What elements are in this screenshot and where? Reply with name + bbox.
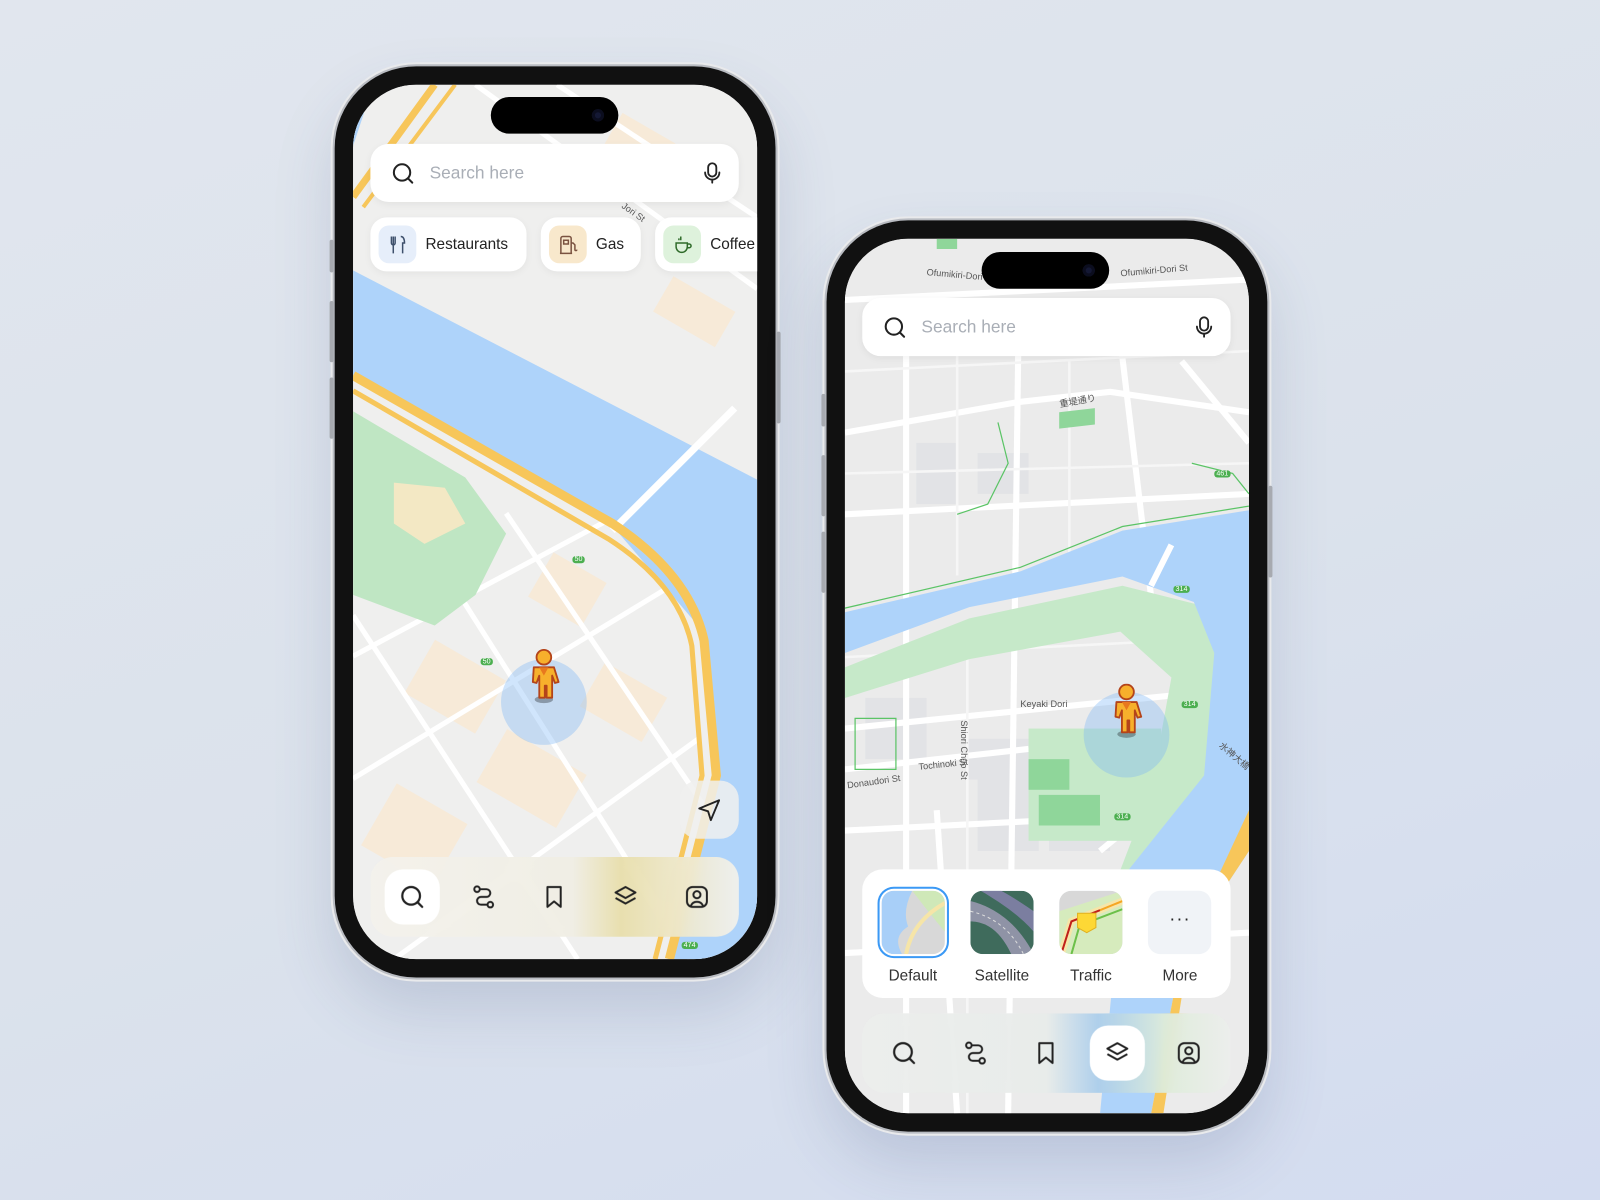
street-label: Keyaki Dori (1020, 698, 1068, 710)
fork-knife-icon (378, 225, 417, 264)
search-icon (391, 161, 415, 185)
bookmark-icon (541, 884, 568, 911)
search-input[interactable]: Search here (921, 317, 1191, 337)
satellite-thumbnail (970, 890, 1034, 955)
volume-up-button (329, 301, 334, 363)
street-label: Shiori Chuo St (959, 720, 970, 780)
bookmark-icon (1033, 1040, 1060, 1067)
left-phone: Jori St 50 50 474 Search here Restaurant… (329, 66, 781, 978)
nav-search[interactable] (384, 869, 440, 925)
volume-down-button (329, 377, 334, 439)
layers-icon (1104, 1040, 1131, 1067)
traffic-thumbnail (1059, 890, 1123, 955)
layer-satellite[interactable]: Satellite (960, 869, 1044, 998)
bottom-nav (370, 857, 739, 937)
chip-gas[interactable]: Gas (540, 217, 641, 272)
navigation-arrow-icon (698, 798, 721, 821)
coffee-cup-icon (663, 225, 702, 264)
right-screen: Ofumikiri-Dori Ofumikiri-Dori St 重堤通り Ke… (844, 238, 1249, 1114)
layer-more[interactable]: ··· More (1138, 869, 1222, 998)
chip-label: Coffee (710, 235, 756, 254)
search-bar[interactable]: Search here (370, 143, 739, 203)
dynamic-island (490, 96, 619, 134)
route-shield: 314 (1173, 585, 1190, 593)
profile-icon (684, 884, 711, 911)
layers-icon (613, 884, 640, 911)
camera (1082, 264, 1095, 277)
nav-layers[interactable] (1090, 1025, 1146, 1081)
layer-default[interactable]: Default (871, 869, 955, 998)
search-icon (399, 884, 426, 911)
layer-label: Satellite (974, 967, 1030, 985)
chip-label: Restaurants (425, 235, 509, 254)
layer-traffic[interactable]: Traffic (1049, 869, 1133, 998)
nav-routes[interactable] (456, 869, 511, 924)
person-pin-icon[interactable] (526, 649, 563, 704)
locate-me-button[interactable] (679, 780, 739, 839)
route-shield: 50 (480, 658, 493, 666)
route-shield: 474 (681, 941, 698, 949)
layer-label: More (1162, 967, 1198, 985)
ellipsis-icon: ··· (1148, 890, 1212, 955)
nav-profile[interactable] (669, 869, 724, 924)
search-icon (883, 315, 907, 339)
route-icon (470, 884, 497, 911)
search-input[interactable]: Search here (430, 163, 700, 183)
power-button (1268, 485, 1273, 578)
chip-coffee[interactable]: Coffee (655, 217, 758, 272)
person-pin-icon[interactable] (1108, 684, 1145, 739)
route-shield: 314 (1114, 813, 1131, 821)
nav-saved[interactable] (1019, 1026, 1074, 1081)
layer-label: Default (888, 967, 938, 985)
search-bar[interactable]: Search here (862, 297, 1231, 357)
microphone-icon[interactable] (1192, 315, 1216, 339)
volume-up-button (821, 455, 826, 517)
microphone-icon[interactable] (700, 161, 724, 185)
action-button (329, 239, 334, 273)
power-button (776, 331, 781, 424)
left-screen: Jori St 50 50 474 Search here Restaurant… (353, 84, 758, 960)
camera (591, 109, 605, 122)
chip-restaurants[interactable]: Restaurants (370, 217, 527, 272)
chip-label: Gas (595, 235, 624, 254)
nav-search[interactable] (876, 1026, 931, 1081)
nav-routes[interactable] (948, 1026, 1003, 1081)
nav-profile[interactable] (1161, 1026, 1216, 1081)
bottom-nav (862, 1013, 1231, 1093)
route-shield: 314 (1181, 701, 1198, 709)
map-layers-panel: Default Satellite Traffic ··· More (862, 869, 1231, 998)
action-button (821, 393, 826, 427)
profile-icon (1176, 1040, 1203, 1067)
volume-down-button (821, 531, 826, 593)
nav-layers[interactable] (598, 869, 653, 924)
dynamic-island (981, 252, 1110, 289)
search-icon (891, 1040, 918, 1067)
fuel-pump-icon (548, 225, 587, 264)
default-thumbnail (881, 890, 945, 955)
route-icon (962, 1040, 989, 1067)
route-shield: 50 (572, 556, 585, 564)
nav-saved[interactable] (527, 869, 582, 924)
layer-label: Traffic (1070, 967, 1112, 985)
right-phone: Ofumikiri-Dori Ofumikiri-Dori St 重堤通り Ke… (821, 220, 1273, 1132)
route-shield: 461 (1214, 470, 1231, 478)
